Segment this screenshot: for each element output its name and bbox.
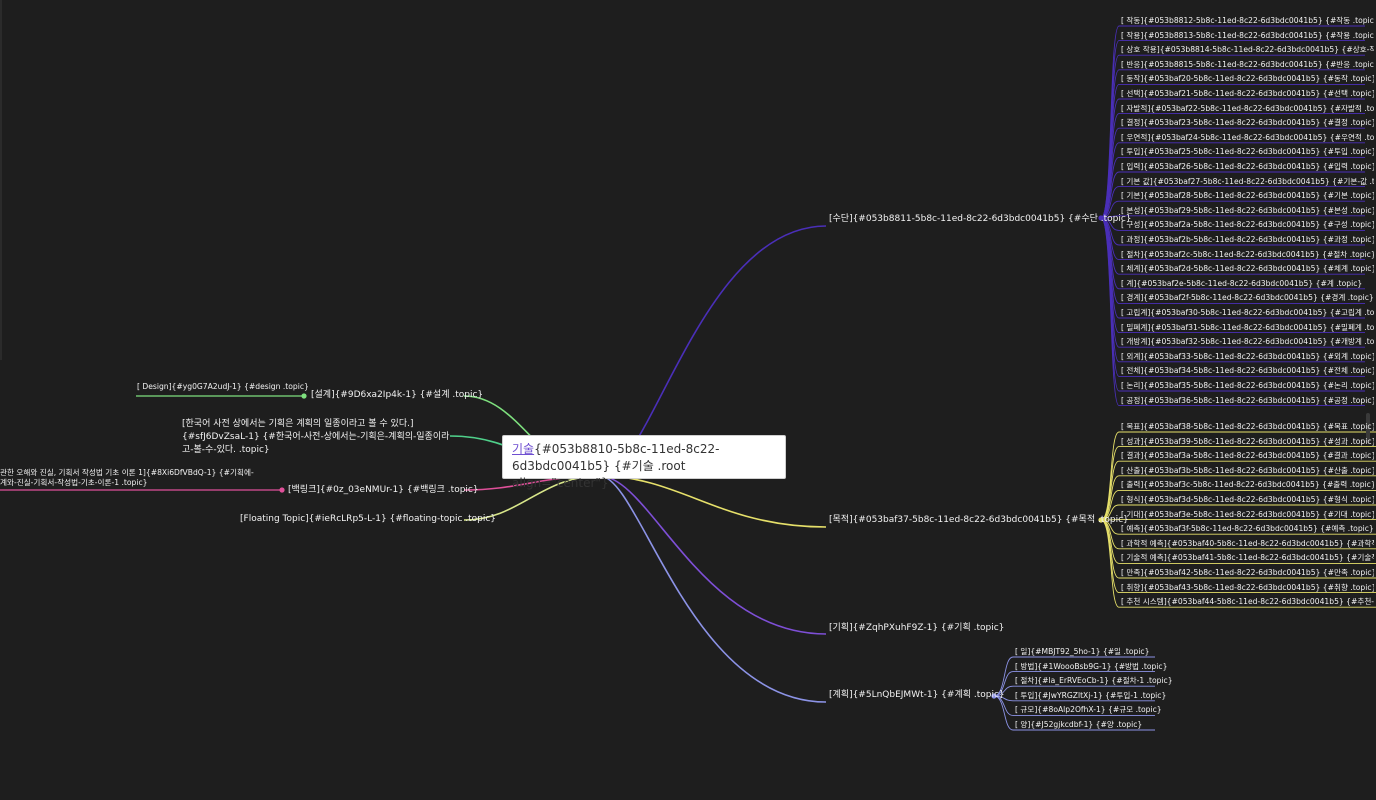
topic-baekring-child-line-1[interactable]: 관한 오해와 진실, 기획서 작성법 기초 이론 1]{#8Xi6DfVBdQ-… [0,468,254,478]
topic-baekring-child-line-2[interactable]: 계와-진실-기획서-작성법-기초-이론-1 .topic} [0,478,147,488]
topic-note-line-1[interactable]: [한국어 사전 상에서는 기획은 계획의 일종이라고 볼 수 있다.] [182,418,414,431]
seolgye-collapse-dot[interactable] [301,393,307,399]
gyehoek-leaf[interactable]: [ 절차]{#la_ErRVEoCb-1} {#절차-1 .topic} [1015,676,1173,686]
topic-gyehoek[interactable]: [계획]{#5LnQbEJMWt-1} {#계획 .topic} [829,689,1005,701]
mokjeok-leaf[interactable]: [ 기대]{#053baf3e-5b8c-11ed-8c22-6d3bdc004… [1121,510,1374,520]
sudan-leaf[interactable]: [ 개방계]{#053baf32-5b8c-11ed-8c22-6d3bdc00… [1121,337,1374,347]
sudan-leaf[interactable]: [ 작용]{#053b8813-5b8c-11ed-8c22-6d3bdc004… [1121,31,1374,41]
sudan-leaf[interactable]: [ 반응]{#053b8815-5b8c-11ed-8c22-6d3bdc004… [1121,60,1374,70]
sudan-leaf[interactable]: [ 공정]{#053baf36-5b8c-11ed-8c22-6d3bdc004… [1121,396,1374,406]
topic-design[interactable]: [ Design]{#yg0G7A2udJ-1} {#design .topic… [137,382,309,392]
mokjeok-leaf[interactable]: [ 목표]{#053baf38-5b8c-11ed-8c22-6d3bdc004… [1121,422,1374,432]
sudan-leaf[interactable]: [ 경계]{#053baf2f-5b8c-11ed-8c22-6d3bdc004… [1121,293,1374,303]
sudan-leaf[interactable]: [ 작동]{#053b8812-5b8c-11ed-8c22-6d3bdc004… [1121,16,1374,26]
edge-root-gyehoek [599,475,827,703]
left-edge-shade [0,0,2,360]
edge-root-mokjeok [599,475,827,528]
sudan-leaf[interactable]: [ 외계]{#053baf33-5b8c-11ed-8c22-6d3bdc004… [1121,352,1374,362]
gyehoek-leaf[interactable]: [ 방법]{#1WoooBsb9G-1} {#방법 .topic} [1015,662,1167,672]
sudan-leaf[interactable]: [ 입력]{#053baf26-5b8c-11ed-8c22-6d3bdc004… [1121,162,1374,172]
topic-sudan[interactable]: [수단]{#053b8811-5b8c-11ed-8c22-6d3bdc0041… [829,213,1132,225]
topic-seolgye[interactable]: [설계]{#9D6xa2Ip4k-1} {#설계 .topic} [311,389,483,401]
sudan-leaf[interactable]: [ 결정]{#053baf23-5b8c-11ed-8c22-6d3bdc004… [1121,118,1374,128]
topic-mokjeok[interactable]: [목적]{#053baf37-5b8c-11ed-8c22-6d3bdc0041… [829,514,1129,526]
baekring-collapse-dot[interactable] [279,487,285,493]
mokjeok-leaf[interactable]: [ 출력]{#053baf3c-5b8c-11ed-8c22-6d3bdc004… [1121,480,1374,490]
topic-gihoek[interactable]: [기획]{#ZqhPXuhF9Z-1} {#기획 .topic} [829,622,1004,634]
sudan-leaf[interactable]: [ 구성]{#053baf2a-5b8c-11ed-8c22-6d3bdc004… [1121,220,1374,230]
sudan-leaf[interactable]: [ 절차]{#053baf2c-5b8c-11ed-8c22-6d3bdc004… [1121,250,1374,260]
sudan-leaf[interactable]: [ 상호 작용]{#053b8814-5b8c-11ed-8c22-6d3bdc… [1121,45,1374,55]
mokjeok-leaf[interactable]: [ 만족]{#053baf42-5b8c-11ed-8c22-6d3bdc004… [1121,568,1374,578]
topic-note-line-3[interactable]: 고-볼-수-있다. .topic} [182,444,270,457]
sudan-leaf[interactable]: [ 체계]{#053baf2d-5b8c-11ed-8c22-6d3bdc004… [1121,264,1374,274]
sudan-leaf[interactable]: [ 자발적]{#053baf22-5b8c-11ed-8c22-6d3bdc00… [1121,104,1374,114]
mokjeok-leaf[interactable]: [ 예측]{#053baf3f-5b8c-11ed-8c22-6d3bdc004… [1121,524,1374,534]
mokjeok-leaf[interactable]: [ 결과]{#053baf3a-5b8c-11ed-8c22-6d3bdc004… [1121,451,1374,461]
mokjeok-leaf[interactable]: [ 성과]{#053baf39-5b8c-11ed-8c22-6d3bdc004… [1121,437,1374,447]
gyehoek-leaf[interactable]: [ 투입]{#JwYRGZltXj-1} {#투입-1 .topic} [1015,691,1166,701]
sudan-leaf[interactable]: [ 기본 값]{#053baf27-5b8c-11ed-8c22-6d3bdc0… [1121,177,1374,187]
sudan-leaf[interactable]: [ 투입]{#053baf25-5b8c-11ed-8c22-6d3bdc004… [1121,147,1374,157]
gyehoek-leaf[interactable]: [ 양]{#J52gjkcdbf-1} {#양 .topic} [1015,720,1142,730]
sudan-leaf[interactable]: [ 우연적]{#053baf24-5b8c-11ed-8c22-6d3bdc00… [1121,133,1374,143]
mokjeok-leaf[interactable]: [ 추천 시스템]{#053baf44-5b8c-11ed-8c22-6d3bd… [1121,597,1374,607]
sudan-leaf[interactable]: [ 기본]{#053baf28-5b8c-11ed-8c22-6d3bdc004… [1121,191,1374,201]
gyehoek-leaf[interactable]: [ 규모]{#8oAlp2OfhX-1} {#규모 .topic} [1015,705,1162,715]
topic-baekring[interactable]: [백링크]{#0z_03eNMUr-1} {#백링크 .topic} [288,484,479,496]
sudan-leaf[interactable]: [ 계]{#053baf2e-5b8c-11ed-8c22-6d3bdc0041… [1121,279,1362,289]
root-topic[interactable]: 기술{#053b8810-5b8c-11ed-8c22-6d3bdc0041b5… [502,435,786,490]
sudan-leaf[interactable]: [ 전체]{#053baf34-5b8c-11ed-8c22-6d3bdc004… [1121,366,1374,376]
root-topic-link[interactable]: 기술 [512,442,534,456]
sudan-leaf[interactable]: [ 선택]{#053baf21-5b8c-11ed-8c22-6d3bdc004… [1121,89,1374,99]
mokjeok-leaf[interactable]: [ 기술적 예측]{#053baf41-5b8c-11ed-8c22-6d3bd… [1121,553,1374,563]
sudan-leaf[interactable]: [ 논리]{#053baf35-5b8c-11ed-8c22-6d3bdc004… [1121,381,1374,391]
sudan-leaf[interactable]: [ 고립계]{#053baf30-5b8c-11ed-8c22-6d3bdc00… [1121,308,1374,318]
topic-floating[interactable]: [Floating Topic]{#ieRcLRp5-L-1} {#floati… [240,513,496,525]
mokjeok-leaf[interactable]: [ 형식]{#053baf3d-5b8c-11ed-8c22-6d3bdc004… [1121,495,1374,505]
mokjeok-leaf[interactable]: [ 산출]{#053baf3b-5b8c-11ed-8c22-6d3bdc004… [1121,466,1374,476]
sudan-leaf[interactable]: [ 동작]{#053baf20-5b8c-11ed-8c22-6d3bdc004… [1121,74,1374,84]
sudan-leaf[interactable]: [ 본성]{#053baf29-5b8c-11ed-8c22-6d3bdc004… [1121,206,1374,216]
mokjeok-leaf[interactable]: [ 취향]{#053baf43-5b8c-11ed-8c22-6d3bdc004… [1121,583,1374,593]
edge-root-gihoek [599,475,827,635]
sudan-leaf[interactable]: [ 밀폐계]{#053baf31-5b8c-11ed-8c22-6d3bdc00… [1121,323,1374,333]
topic-note-line-2[interactable]: {#sfJ6DvZsaL-1} {#한국어-사전-상에서는-기획은-계획의-일종… [182,431,449,444]
sudan-leaf[interactable]: [ 과정]{#053baf2b-5b8c-11ed-8c22-6d3bdc004… [1121,235,1374,245]
mokjeok-leaf[interactable]: [ 과학적 예측]{#053baf40-5b8c-11ed-8c22-6d3bd… [1121,539,1374,549]
gyehoek-leaf[interactable]: [ 일]{#MBJT92_5ho-1} {#일 .topic} [1015,647,1149,657]
sudan-leaf-edge [1100,215,1365,219]
